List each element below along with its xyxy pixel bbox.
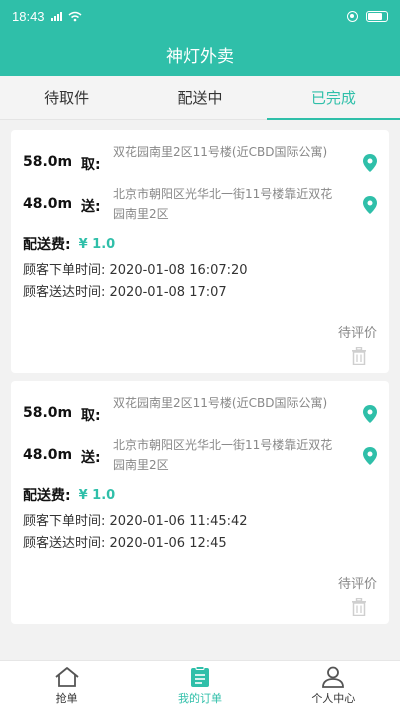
trash-icon[interactable] [351,347,367,365]
pickup-row: 58.0m 取: 双花园南里2区11号楼(近CBD国际公寓) [23,393,377,425]
battery-icon [366,10,388,22]
map-pin-icon[interactable] [363,196,377,214]
tab-completed[interactable]: 已完成 [266,76,400,120]
fee-value: ¥ 1.0 [78,487,116,503]
order-card[interactable]: 58.0m 取: 双花园南里2区11号楼(近CBD国际公寓) 48.0m 送: … [11,381,389,624]
delivery-distance: 48.0m [23,196,73,212]
fee-label: 配送费: [23,237,71,253]
delivery-row: 48.0m 送: 北京市朝阳区光华北一街11号楼靠近双花园南里2区 [23,184,377,224]
clock: 18:43 [12,8,45,24]
map-pin-icon[interactable] [363,405,377,423]
rating-status[interactable]: 待评价 [23,322,377,341]
signal-icon [50,11,62,21]
map-pin-icon[interactable] [363,447,377,465]
wifi-icon [68,11,82,21]
pickup-address: 双花园南里2区11号楼(近CBD国际公寓) [113,145,328,159]
tab-pending-pickup[interactable]: 待取件 [0,76,133,119]
order-list-icon [190,666,209,687]
fee-value: ¥ 1.0 [78,236,116,252]
delivery-row: 48.0m 送: 北京市朝阳区光华北一街11号楼靠近双花园南里2区 [23,435,377,475]
order-card[interactable]: 58.0m 取: 双花园南里2区11号楼(近CBD国际公寓) 48.0m 送: … [11,130,389,373]
bottom-nav: 抢单 我的订单 个人中心 [0,660,400,711]
delivery-fee: 配送费: ¥ 1.0 [23,485,377,505]
rating-status[interactable]: 待评价 [23,573,377,592]
pickup-label: 取: [81,408,101,424]
location-status-icon [347,10,358,22]
app-header: 神灯外卖 [0,32,400,76]
page-title: 神灯外卖 [166,46,234,67]
status-bar: 18:43 [0,0,400,32]
arrive-time: 顾客送达时间: 2020-01-06 12:45 [23,536,227,551]
order-time: 顾客下单时间: 2020-01-08 16:07:20 [23,263,248,278]
delivery-fee: 配送费: ¥ 1.0 [23,234,377,254]
delivery-address: 北京市朝阳区光华北一街11号楼靠近双花园南里2区 [113,187,333,221]
arrive-time: 顾客送达时间: 2020-01-08 17:07 [23,285,227,300]
delete-order[interactable] [23,347,377,365]
home-icon [55,667,79,687]
delivery-label: 送: [81,450,101,466]
delivery-label: 送: [81,199,101,215]
fee-label: 配送费: [23,488,71,504]
status-right [347,10,388,22]
order-tabs: 待取件 配送中 已完成 [0,76,400,120]
delivery-distance: 48.0m [23,447,73,463]
tab-delivering[interactable]: 配送中 [133,76,266,119]
status-left: 18:43 [12,9,82,24]
pickup-address: 双花园南里2区11号楼(近CBD国际公寓) [113,396,328,410]
person-icon [322,666,345,688]
order-time: 顾客下单时间: 2020-01-06 11:45:42 [23,514,248,529]
nav-label: 我的订单 [177,692,222,705]
pickup-distance: 58.0m [23,154,73,170]
pickup-distance: 58.0m [23,405,73,421]
delete-order[interactable] [23,598,377,616]
delivery-address: 北京市朝阳区光华北一街11号楼靠近双花园南里2区 [113,438,333,472]
nav-label: 抢单 [55,692,78,705]
map-pin-icon[interactable] [363,154,377,172]
nav-grab-order[interactable]: 抢单 [0,661,133,711]
pickup-label: 取: [81,157,101,173]
nav-my-orders[interactable]: 我的订单 [133,661,266,711]
order-list[interactable]: 58.0m 取: 双花园南里2区11号楼(近CBD国际公寓) 48.0m 送: … [0,122,400,660]
nav-label: 个人中心 [311,692,356,705]
trash-icon[interactable] [351,598,367,616]
nav-profile[interactable]: 个人中心 [267,661,400,711]
pickup-row: 58.0m 取: 双花园南里2区11号楼(近CBD国际公寓) [23,142,377,174]
